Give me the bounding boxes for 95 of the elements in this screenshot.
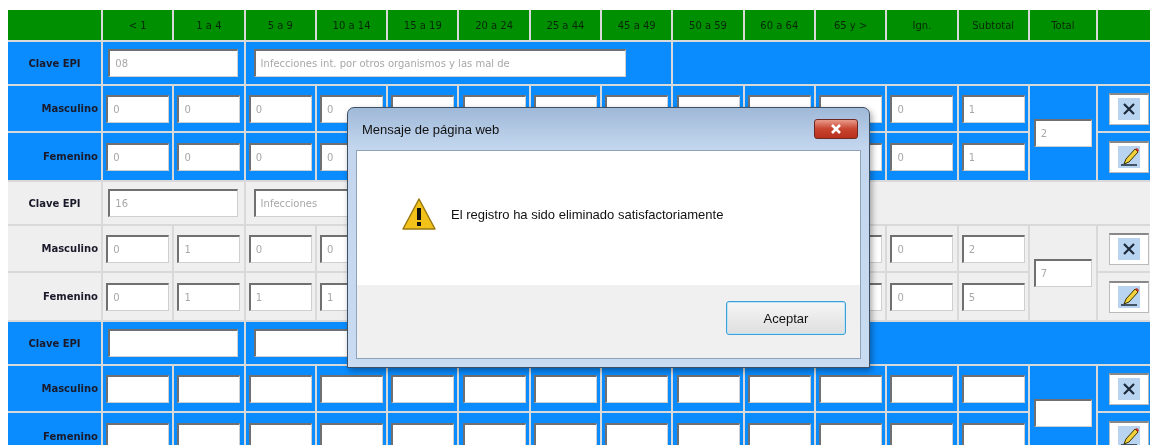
pencil-icon [1117, 426, 1140, 445]
table-cell [1097, 10, 1150, 40]
input-field[interactable]: 0 [106, 94, 170, 123]
column-header: 65 y > [815, 10, 886, 40]
edit-button[interactable] [1108, 420, 1149, 445]
input-field[interactable] [605, 422, 669, 445]
row-label: Clave EPI [8, 322, 101, 364]
input-field[interactable]: 2 [961, 234, 1025, 263]
input-field[interactable] [819, 374, 883, 403]
warning-icon [401, 197, 437, 231]
delete-icon [1117, 98, 1140, 120]
input-field[interactable]: 2 [1033, 119, 1092, 147]
input-field[interactable]: 1 [177, 234, 241, 263]
column-header: 15 a 19 [388, 10, 458, 40]
row-label: Clave EPI [8, 42, 101, 84]
input-field[interactable]: 16 [108, 189, 239, 217]
input-field[interactable]: 0 [248, 94, 312, 123]
row-label: Femenino [8, 413, 101, 445]
input-field[interactable]: 0 [890, 94, 954, 123]
row-label: Masculino [8, 226, 101, 271]
input-field[interactable]: 0 [890, 234, 954, 263]
input-field[interactable] [605, 374, 669, 403]
row-label: Femenino [8, 273, 101, 320]
close-icon [830, 123, 842, 135]
row-label: Femenino [8, 133, 101, 180]
input-field[interactable] [391, 422, 455, 445]
input-field[interactable]: 5 [961, 282, 1025, 311]
input-field[interactable]: 08 [108, 49, 239, 77]
delete-icon [1117, 238, 1140, 260]
input-field[interactable] [1033, 399, 1092, 427]
column-header: 45 a 49 [602, 10, 672, 40]
input-field[interactable]: 1 [961, 94, 1025, 123]
input-field[interactable]: 0 [890, 282, 954, 311]
delete-button[interactable] [1108, 232, 1149, 265]
input-field[interactable] [747, 422, 811, 445]
edit-button[interactable] [1108, 280, 1149, 313]
column-header: 50 a 59 [673, 10, 743, 40]
input-field[interactable] [747, 374, 811, 403]
column-header: 25 a 44 [530, 10, 601, 40]
close-button[interactable] [814, 119, 858, 139]
input-field[interactable] [533, 422, 597, 445]
input-field[interactable]: 0 [177, 142, 241, 171]
input-field[interactable]: 0 [106, 142, 170, 171]
column-header: 5 a 9 [245, 10, 315, 40]
input-field[interactable] [676, 374, 740, 403]
input-field[interactable]: 0 [106, 282, 170, 311]
input-field[interactable] [819, 422, 883, 445]
input-field[interactable] [890, 422, 954, 445]
input-field[interactable]: 0 [248, 142, 312, 171]
delete-icon [1117, 378, 1140, 400]
input-field[interactable] [533, 374, 597, 403]
input-field[interactable] [391, 374, 455, 403]
column-header: 20 a 24 [459, 10, 529, 40]
input-field[interactable] [961, 422, 1025, 445]
input-field[interactable] [248, 374, 312, 403]
accept-button[interactable]: Aceptar [726, 301, 846, 335]
column-header: < 1 [103, 10, 173, 40]
column-header: Total [1029, 10, 1096, 40]
input-field[interactable]: Infecciones int. por otros organismos y las mal de [253, 49, 626, 77]
column-header: 10 a 14 [316, 10, 387, 40]
dialog-message: El registro ha sido eliminado satisfactoriamente [451, 206, 724, 222]
input-field[interactable] [320, 374, 384, 403]
input-field[interactable]: 0 [248, 234, 312, 263]
delete-button[interactable] [1108, 92, 1149, 125]
input-field[interactable] [961, 374, 1025, 403]
input-field[interactable] [108, 329, 239, 357]
input-field[interactable]: 1 [177, 282, 241, 311]
input-field[interactable]: 7 [1033, 259, 1092, 287]
input-field[interactable]: 0 [177, 94, 241, 123]
input-field[interactable]: 1 [248, 282, 312, 311]
input-field[interactable]: 0 [106, 234, 170, 263]
pencil-icon [1117, 286, 1140, 308]
input-field[interactable]: 1 [961, 142, 1025, 171]
column-header: 60 a 64 [744, 10, 814, 40]
dialog-title: Mensaje de página web [361, 121, 500, 137]
input-field[interactable] [462, 374, 526, 403]
input-field[interactable] [248, 422, 312, 445]
input-field[interactable] [177, 422, 241, 445]
delete-button[interactable] [1108, 372, 1149, 405]
input-field[interactable] [177, 374, 241, 403]
input-field[interactable] [676, 422, 740, 445]
column-header: Ign. [887, 10, 957, 40]
column-header: 1 a 4 [174, 10, 244, 40]
row-label: Masculino [8, 86, 101, 131]
input-field[interactable]: 0 [890, 142, 954, 171]
row-label: Masculino [8, 366, 101, 411]
input-field[interactable] [106, 422, 170, 445]
pencil-icon [1117, 146, 1140, 168]
input-field[interactable] [106, 374, 170, 403]
input-field[interactable] [890, 374, 954, 403]
input-field[interactable] [462, 422, 526, 445]
column-header: Subtotal [958, 10, 1028, 40]
row-label: Clave EPI [8, 182, 101, 224]
edit-button[interactable] [1108, 140, 1149, 173]
input-field[interactable] [320, 422, 384, 445]
